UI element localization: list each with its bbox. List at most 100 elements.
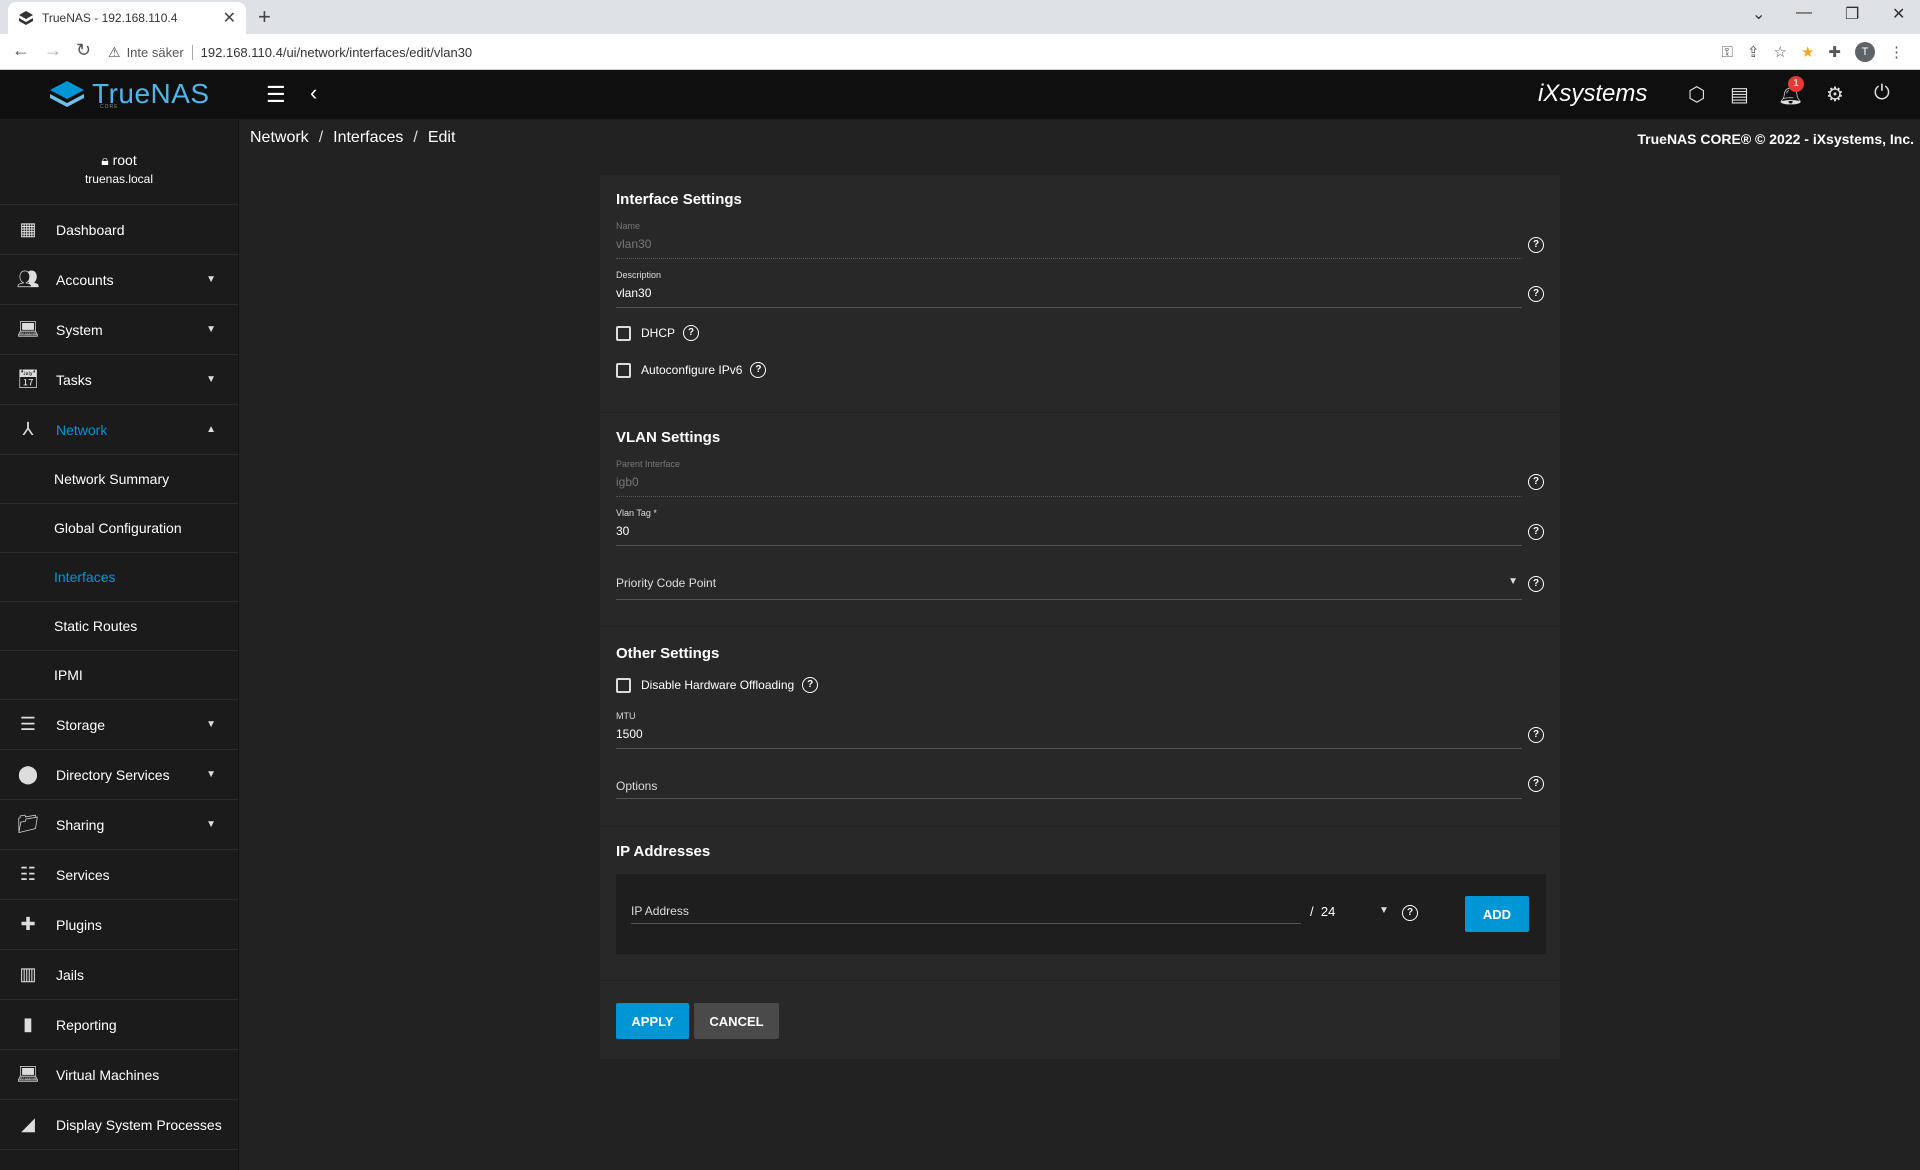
sidebar-item-services[interactable]: ☷ Services — [0, 850, 238, 900]
truecommand-icon[interactable]: ⬡ — [1688, 82, 1705, 107]
description-value: vlan30 — [616, 286, 652, 300]
lock-icon: 🔒︎ — [101, 152, 109, 168]
disable-hw-offloading-checkbox[interactable] — [616, 677, 631, 693]
browser-tab[interactable]: TrueNAS - 192.168.110.4 ✕ — [8, 2, 246, 34]
copyright-text: TrueNAS CORE® © 2022 - iXsystems, Inc. — [1637, 131, 1914, 147]
key-icon[interactable]: ⚿ — [1722, 44, 1733, 61]
breadcrumb-interfaces[interactable]: Interfaces — [333, 129, 403, 147]
sidebar-item-directory-services[interactable]: ⬤ Directory Services ▼ — [0, 750, 238, 800]
sidebar-item-accounts[interactable]: 👥︎ Accounts ▼ — [0, 255, 238, 305]
sidebar-item-display-system-processes[interactable]: ◢ Display System Processes — [0, 1100, 238, 1150]
autoconfigure-ipv6-checkbox[interactable] — [616, 362, 631, 378]
help-icon[interactable]: ? — [1528, 524, 1544, 540]
help-icon[interactable]: ? — [802, 677, 819, 693]
section-title-other-settings: Other Settings — [616, 645, 720, 662]
minimize-icon[interactable]: — — [1796, 4, 1812, 22]
sidebar-subitem-interfaces[interactable]: Interfaces — [0, 553, 238, 602]
priority-code-point-select[interactable]: Priority Code Point ▼ — [616, 558, 1522, 600]
laptop-icon: 💻︎ — [16, 1064, 40, 1084]
apply-button[interactable]: APPLY — [616, 1003, 689, 1039]
extension-star-icon[interactable]: ★ — [1801, 43, 1814, 61]
jail-icon: ▥ — [19, 964, 37, 984]
caret-down-icon: ▼ — [206, 719, 216, 730]
vlan-tag-field[interactable]: Vlan Tag * 30 — [616, 508, 1522, 546]
sidebar-item-dashboard[interactable]: ▦ Dashboard — [0, 205, 238, 255]
extensions-puzzle-icon[interactable]: ✚ — [1828, 43, 1841, 61]
netmask-separator: / — [1310, 904, 1314, 919]
window-close-icon[interactable]: ✕ — [1892, 4, 1905, 24]
sidebar-item-label: Services — [56, 866, 110, 883]
hamburger-menu-icon[interactable]: ☰ — [266, 82, 286, 108]
sidebar-item-label: Tasks — [56, 371, 92, 388]
sidebar-item-plugins[interactable]: ✚ Plugins — [0, 900, 238, 950]
disable-hw-offloading-label: Disable Hardware Offloading — [641, 678, 795, 692]
mtu-value: 1500 — [616, 727, 643, 741]
new-tab-icon[interactable]: + — [258, 4, 271, 30]
settings-gear-icon[interactable]: ⚙ — [1826, 82, 1844, 107]
sidebar-subitem-network-summary[interactable]: Network Summary — [0, 455, 238, 504]
ip-address-input[interactable]: IP Address — [631, 898, 1301, 924]
dhcp-checkbox-row[interactable]: DHCP ? — [616, 325, 700, 341]
sidebar-item-sharing[interactable]: 📁︎ Sharing ▼ — [0, 800, 238, 850]
profile-avatar[interactable]: T — [1855, 42, 1875, 62]
browser-menu-icon[interactable]: ⋮ — [1889, 43, 1904, 61]
help-icon[interactable]: ? — [1528, 576, 1544, 592]
breadcrumb-network[interactable]: Network — [250, 129, 309, 147]
dhcp-checkbox[interactable] — [616, 325, 631, 341]
sidebar-subitem-ipmi[interactable]: IPMI — [0, 651, 238, 700]
chevron-down-icon[interactable]: ▼ — [1379, 905, 1389, 916]
description-label: Description — [616, 270, 662, 280]
help-icon[interactable]: ? — [1402, 905, 1418, 921]
user-info: 🔒︎ root truenas.local — [0, 119, 238, 205]
name-field: Name vlan30 — [616, 221, 1522, 259]
help-icon[interactable]: ? — [1528, 776, 1544, 792]
netmask-select[interactable]: / 24 — [1310, 904, 1335, 919]
help-icon[interactable]: ? — [1528, 474, 1544, 490]
app-topbar: TrueNAS CORE ☰ ‹ iXsystems ⬡ ▤ 🔔︎ 1 ⚙ ⏻ — [0, 70, 1920, 119]
help-icon[interactable]: ? — [683, 325, 700, 341]
collapse-sidebar-icon[interactable]: ‹ — [310, 80, 317, 106]
add-ip-button[interactable]: ADD — [1465, 896, 1529, 932]
caret-down-icon: ▼ — [206, 324, 216, 335]
tab-close-icon[interactable]: ✕ — [223, 8, 236, 28]
sidebar-item-virtual-machines[interactable]: 💻︎ Virtual Machines — [0, 1050, 238, 1100]
options-field[interactable]: Options — [616, 761, 1522, 799]
network-icon: ⅄ — [22, 419, 34, 439]
sidebar-item-network[interactable]: ⅄ Network ▲ — [0, 405, 238, 455]
help-icon[interactable]: ? — [1528, 727, 1544, 743]
vlan-tag-label: Vlan Tag * — [616, 508, 657, 518]
help-icon[interactable]: ? — [1528, 237, 1544, 253]
sidebar-item-tasks[interactable]: 📅︎ Tasks ▼ — [0, 355, 238, 405]
forward-icon[interactable]: → — [44, 40, 62, 61]
reload-icon[interactable]: ↻ — [76, 40, 91, 61]
tab-search-icon[interactable]: ⌄ — [1752, 4, 1765, 24]
sidebar-item-label: Jails — [56, 966, 85, 983]
tasks-clipboard-icon[interactable]: ▤ — [1730, 82, 1749, 107]
truenas-logo[interactable]: TrueNAS — [48, 78, 210, 110]
sidebar-item-system[interactable]: 💻︎ System ▼ — [0, 305, 238, 355]
bookmark-star-icon[interactable]: ☆ — [1774, 43, 1787, 61]
options-label: Options — [616, 779, 658, 793]
sidebar-item-storage[interactable]: ☰ Storage ▼ — [0, 700, 238, 750]
disable-hw-offloading-checkbox-row[interactable]: Disable Hardware Offloading ? — [616, 677, 819, 693]
autoconfigure-ipv6-checkbox-row[interactable]: Autoconfigure IPv6 ? — [616, 362, 767, 378]
puzzle-icon: ✚ — [20, 914, 36, 934]
caret-up-icon: ▲ — [206, 424, 216, 435]
help-icon[interactable]: ? — [750, 362, 767, 378]
power-icon[interactable]: ⏻ — [1874, 82, 1890, 105]
ixsystems-logo[interactable]: iXsystems — [1538, 80, 1647, 108]
sidebar-subitem-global-configuration[interactable]: Global Configuration — [0, 504, 238, 553]
sidebar-item-reporting[interactable]: ▮ Reporting — [0, 1000, 238, 1050]
back-icon[interactable]: ← — [12, 40, 30, 61]
cancel-button[interactable]: CANCEL — [694, 1003, 779, 1039]
url-bar[interactable]: ⚠ Inte säker 192.168.110.4/ui/network/in… — [108, 39, 1668, 65]
sidebar-item-label: Directory Services — [56, 766, 170, 783]
share-icon[interactable]: ⇪ — [1747, 43, 1760, 61]
description-field[interactable]: Description vlan30 — [616, 270, 1522, 308]
breadcrumb-edit: Edit — [427, 129, 456, 146]
restore-icon[interactable]: ❐ — [1845, 4, 1859, 24]
mtu-field[interactable]: MTU 1500 — [616, 711, 1522, 749]
sidebar-subitem-static-routes[interactable]: Static Routes — [0, 602, 238, 651]
help-icon[interactable]: ? — [1528, 286, 1544, 302]
sidebar-item-jails[interactable]: ▥ Jails — [0, 950, 238, 1000]
